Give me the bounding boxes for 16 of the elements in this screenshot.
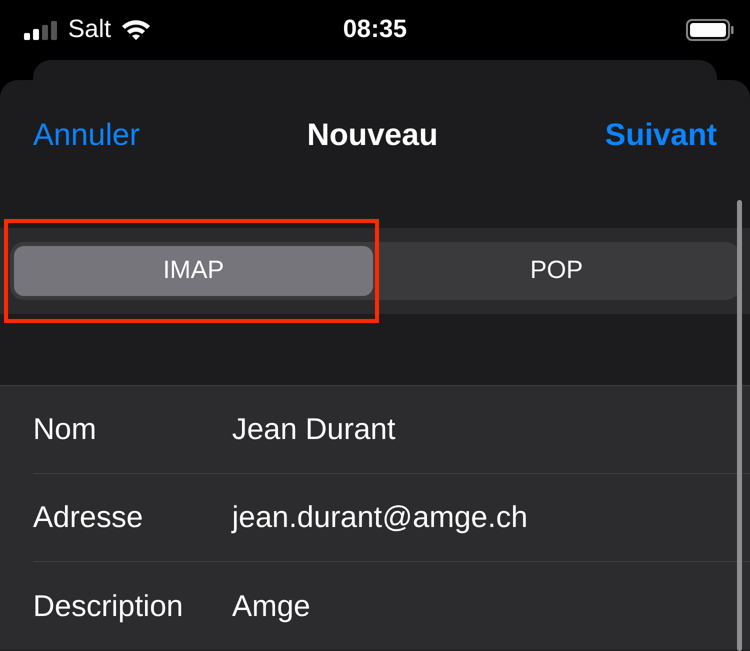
- input-field[interactable]: Amge: [232, 584, 310, 628]
- field-label: Nom: [33, 412, 98, 448]
- input-field[interactable]: Jean Durant: [232, 407, 396, 452]
- battery-icon: [686, 19, 734, 41]
- carrier-name: Salt: [68, 14, 112, 46]
- next-button[interactable]: Suivant: [605, 112, 717, 158]
- segment-tab[interactable]: POP: [377, 246, 736, 296]
- cancel-button[interactable]: Annuler: [33, 112, 140, 158]
- field-label: Adresse: [33, 500, 144, 536]
- field-label: Description: [33, 588, 184, 624]
- input-field[interactable]: jean.durant@amge.ch: [232, 495, 528, 540]
- wifi-icon: [121, 19, 152, 41]
- sheet-title: Nouveau: [306, 116, 438, 154]
- clock-time: 08:35: [343, 14, 407, 46]
- segment-tab[interactable]: IMAP: [14, 246, 373, 296]
- signal-icon: [24, 20, 60, 40]
